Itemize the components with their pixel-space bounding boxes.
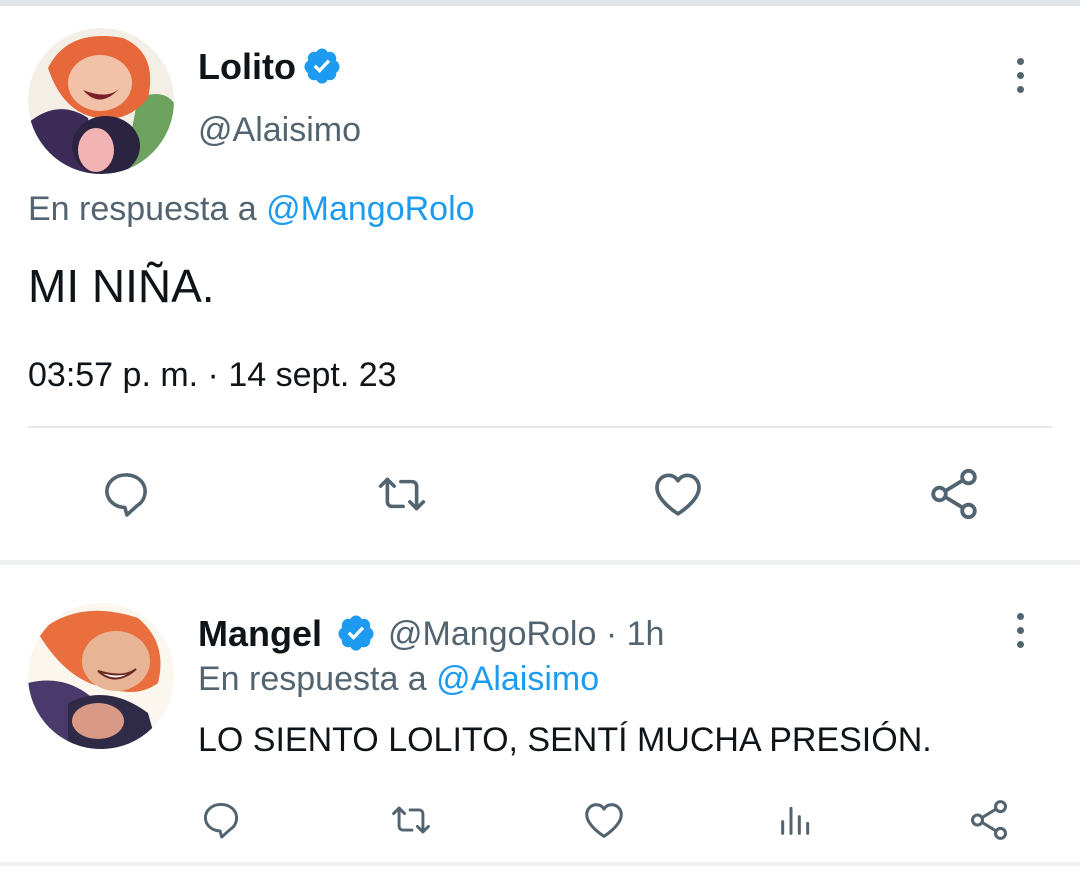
reply-button[interactable] (198, 798, 244, 842)
reply-icon (203, 802, 239, 839)
avatar[interactable] (28, 603, 174, 749)
reply-context: En respuesta a @Alaisimo (198, 659, 599, 699)
analytics-button[interactable] (776, 798, 816, 842)
reply-button[interactable] (98, 466, 154, 522)
analytics-icon (781, 806, 810, 835)
verified-badge-icon (338, 615, 374, 651)
share-button[interactable] (964, 798, 1014, 842)
like-button[interactable] (650, 466, 706, 522)
retweet-icon (378, 477, 426, 511)
display-name[interactable]: Mangel (198, 614, 322, 654)
avatar[interactable] (28, 28, 174, 174)
retweet-button[interactable] (372, 466, 432, 522)
retweet-button[interactable] (386, 798, 436, 842)
actions-divider (28, 426, 1052, 428)
more-options-icon[interactable] (1014, 58, 1026, 93)
reply-to-link[interactable]: @MangoRolo (266, 190, 474, 228)
avatar-image (28, 603, 174, 749)
handle[interactable]: @Alaisimo (198, 110, 361, 150)
reply-prefix: En respuesta a (28, 190, 257, 228)
like-button[interactable] (580, 798, 628, 842)
bottom-divider (0, 862, 1080, 866)
verified-badge-icon (304, 48, 340, 84)
reply-icon (105, 473, 147, 517)
timestamp[interactable]: 03:57 p. m. · 14 sept. 23 (28, 355, 397, 395)
reply-to-link[interactable]: @Alaisimo (436, 660, 599, 698)
reply-prefix: En respuesta a (198, 660, 427, 698)
share-icon (931, 468, 977, 520)
avatar-image (28, 28, 174, 174)
reply-context: En respuesta a @MangoRolo (28, 189, 475, 229)
tweet-separator (0, 560, 1080, 565)
retweet-icon (392, 806, 430, 834)
more-options-icon[interactable] (1014, 613, 1026, 648)
share-button[interactable] (924, 466, 984, 522)
like-icon (655, 473, 701, 516)
share-icon (970, 800, 1008, 840)
handle-and-time[interactable]: @MangoRolo · 1h (388, 614, 664, 654)
like-icon (585, 803, 623, 838)
tweet-text: LO SIENTO LOLITO, SENTÍ MUCHA PRESIÓN. (198, 721, 932, 759)
top-divider (0, 0, 1080, 6)
tweet-text: MI NIÑA. (28, 260, 215, 312)
display-name[interactable]: Lolito (198, 47, 296, 87)
